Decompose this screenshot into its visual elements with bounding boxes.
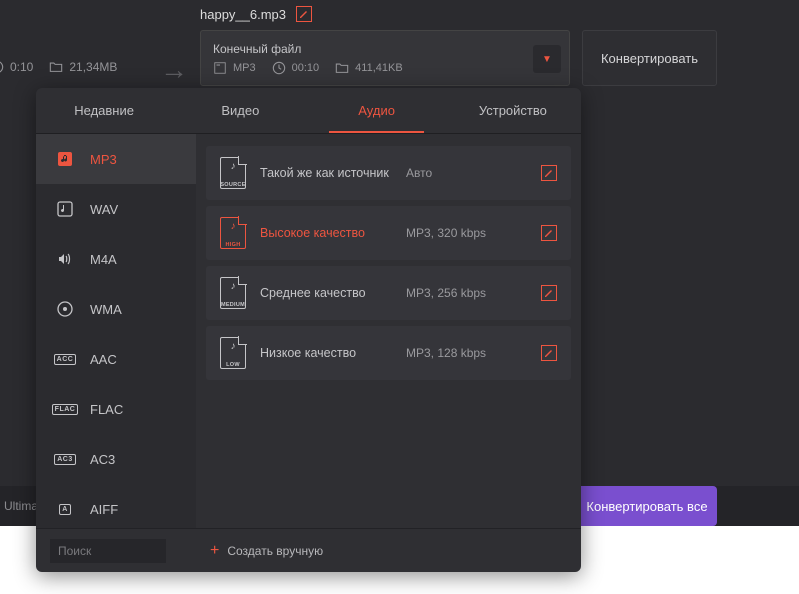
ac3-badge-icon: AC3	[54, 448, 76, 470]
source-size-value: 21,34MB	[69, 60, 117, 74]
preset-high[interactable]: ♪HIGH Высокое качество MP3, 320 kbps	[206, 206, 571, 260]
preset-spec: MP3, 320 kbps	[406, 226, 527, 240]
format-item-mp3[interactable]: MP3	[36, 134, 196, 184]
edit-preset-icon[interactable]	[541, 165, 557, 181]
music-note-icon	[54, 198, 76, 220]
search-input[interactable]	[50, 539, 166, 563]
edit-preset-icon[interactable]	[541, 345, 557, 361]
document-icon: ♪LOW	[220, 337, 246, 369]
document-icon: ♪HIGH	[220, 217, 246, 249]
format-label: WMA	[90, 302, 122, 317]
arrow-right-icon: →	[160, 54, 188, 86]
folder-icon	[335, 61, 349, 75]
preset-spec: MP3, 128 kbps	[406, 346, 527, 360]
preset-spec: Авто	[406, 166, 527, 180]
output-format: MP3	[233, 62, 256, 74]
format-item-flac[interactable]: FLAC FLAC	[36, 384, 196, 434]
preset-list: ♪SOURCE Такой же как источник Авто ♪HIGH…	[196, 134, 581, 528]
document-icon: ♪SOURCE	[220, 157, 246, 189]
format-panel: Недавние Видео Аудио Устройство MP3 WAV …	[36, 88, 581, 572]
panel-footer: + Создать вручную	[36, 528, 581, 572]
plus-icon: +	[210, 542, 219, 560]
bottom-label: Ultima	[4, 499, 38, 513]
tab-device[interactable]: Устройство	[445, 88, 581, 133]
format-label: FLAC	[90, 402, 123, 417]
format-icon	[213, 61, 227, 75]
preset-low[interactable]: ♪LOW Низкое качество MP3, 128 kbps	[206, 326, 571, 380]
output-duration: 00:10	[292, 62, 320, 74]
tab-video[interactable]: Видео	[172, 88, 308, 133]
source-duration: 0:10	[0, 60, 33, 74]
format-label: AC3	[90, 452, 115, 467]
speaker-icon	[54, 248, 76, 270]
format-item-aiff[interactable]: A AIFF	[36, 484, 196, 528]
aiff-badge-icon: A	[54, 498, 76, 520]
panel-body: MP3 WAV M4A WMA ACC AAC FLAC FLAC	[36, 134, 581, 528]
edit-preset-icon[interactable]	[541, 285, 557, 301]
format-item-wma[interactable]: WMA	[36, 284, 196, 334]
edit-filename-icon[interactable]	[296, 6, 312, 22]
preset-spec: MP3, 256 kbps	[406, 286, 527, 300]
clock-icon	[272, 61, 286, 75]
preset-source[interactable]: ♪SOURCE Такой же как источник Авто	[206, 146, 571, 200]
preset-name: Такой же как источник	[260, 165, 392, 181]
music-note-icon	[54, 148, 76, 170]
format-item-m4a[interactable]: M4A	[36, 234, 196, 284]
source-size: 21,34MB	[49, 60, 117, 74]
format-label: AIFF	[90, 502, 118, 517]
source-info: 0:10 21,34MB	[0, 60, 117, 74]
clock-icon	[0, 60, 4, 74]
output-title: Конечный файл	[213, 42, 557, 56]
convert-all-button[interactable]: Конвертировать все	[577, 486, 717, 526]
folder-icon	[49, 60, 63, 74]
format-label: MP3	[90, 152, 117, 167]
disc-icon	[54, 298, 76, 320]
format-label: M4A	[90, 252, 117, 267]
output-size: 411,41KB	[355, 62, 403, 74]
aac-badge-icon: ACC	[54, 348, 76, 370]
create-manual-label: Создать вручную	[227, 544, 323, 558]
flac-badge-icon: FLAC	[54, 398, 76, 420]
format-item-wav[interactable]: WAV	[36, 184, 196, 234]
tabs: Недавние Видео Аудио Устройство	[36, 88, 581, 134]
format-item-ac3[interactable]: AC3 AC3	[36, 434, 196, 484]
format-dropdown-caret[interactable]: ▼	[533, 45, 561, 73]
output-meta: MP3 00:10 411,41KB	[213, 61, 557, 75]
tab-audio[interactable]: Аудио	[309, 88, 445, 133]
format-item-aac[interactable]: ACC AAC	[36, 334, 196, 384]
convert-button[interactable]: Конвертировать	[582, 30, 717, 86]
tab-recent[interactable]: Недавние	[36, 88, 172, 133]
filename-text: happy__6.mp3	[200, 7, 286, 22]
preset-name: Низкое качество	[260, 345, 392, 361]
preset-medium[interactable]: ♪MEDIUM Среднее качество MP3, 256 kbps	[206, 266, 571, 320]
format-label: WAV	[90, 202, 118, 217]
format-label: AAC	[90, 352, 117, 367]
document-icon: ♪MEDIUM	[220, 277, 246, 309]
filename-row: happy__6.mp3	[200, 6, 312, 22]
source-duration-value: 0:10	[10, 60, 33, 74]
format-sidebar[interactable]: MP3 WAV M4A WMA ACC AAC FLAC FLAC	[36, 134, 196, 528]
preset-name: Высокое качество	[260, 225, 392, 241]
create-manual-button[interactable]: + Создать вручную	[210, 542, 323, 560]
output-card[interactable]: Конечный файл MP3 00:10 411,41KB ▼	[200, 30, 570, 86]
edit-preset-icon[interactable]	[541, 225, 557, 241]
preset-name: Среднее качество	[260, 285, 392, 301]
